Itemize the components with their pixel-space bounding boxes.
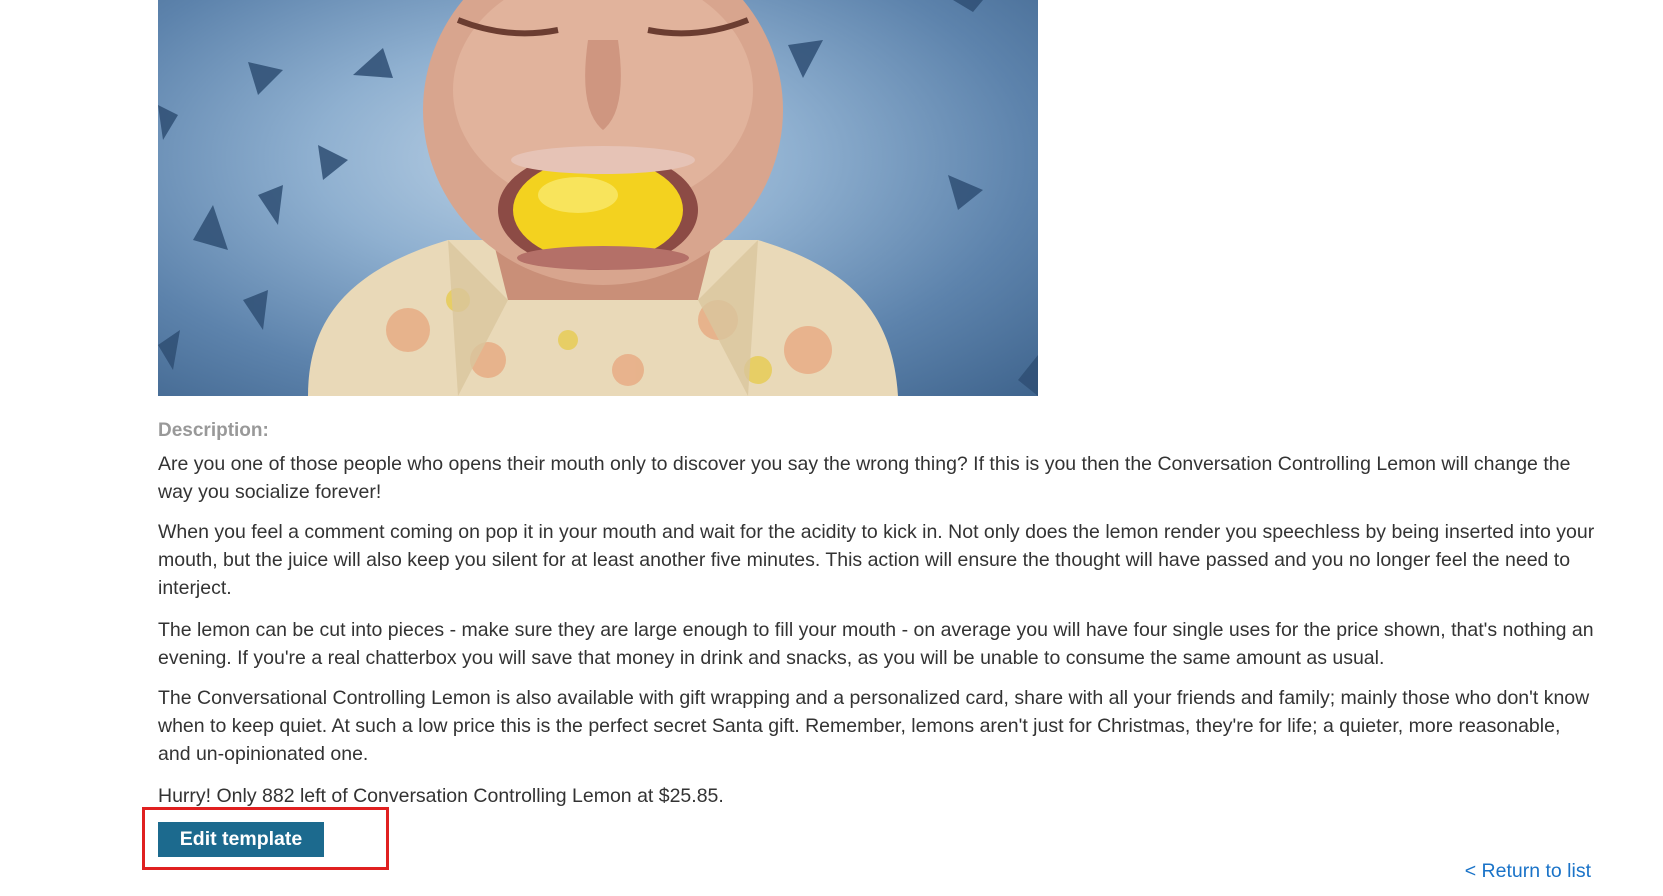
product-page: Description: Are you one of those people… [0,0,1663,896]
return-to-list-link[interactable]: < Return to list [1465,860,1591,883]
description-paragraph-4: The Conversational Controlling Lemon is … [158,687,1590,765]
description-label: Description: [158,420,269,441]
stock-notice: Hurry! Only 882 left of Conversation Con… [158,785,724,807]
description-paragraph-1: Are you one of those people who opens th… [158,453,1571,503]
product-image [158,0,1038,396]
description-paragraph-2: When you feel a comment coming on pop it… [158,521,1595,599]
edit-template-button[interactable]: Edit template [158,822,324,857]
lemon-man-illustration [158,0,1038,396]
description-paragraph-3: The lemon can be cut into pieces - make … [158,619,1594,669]
